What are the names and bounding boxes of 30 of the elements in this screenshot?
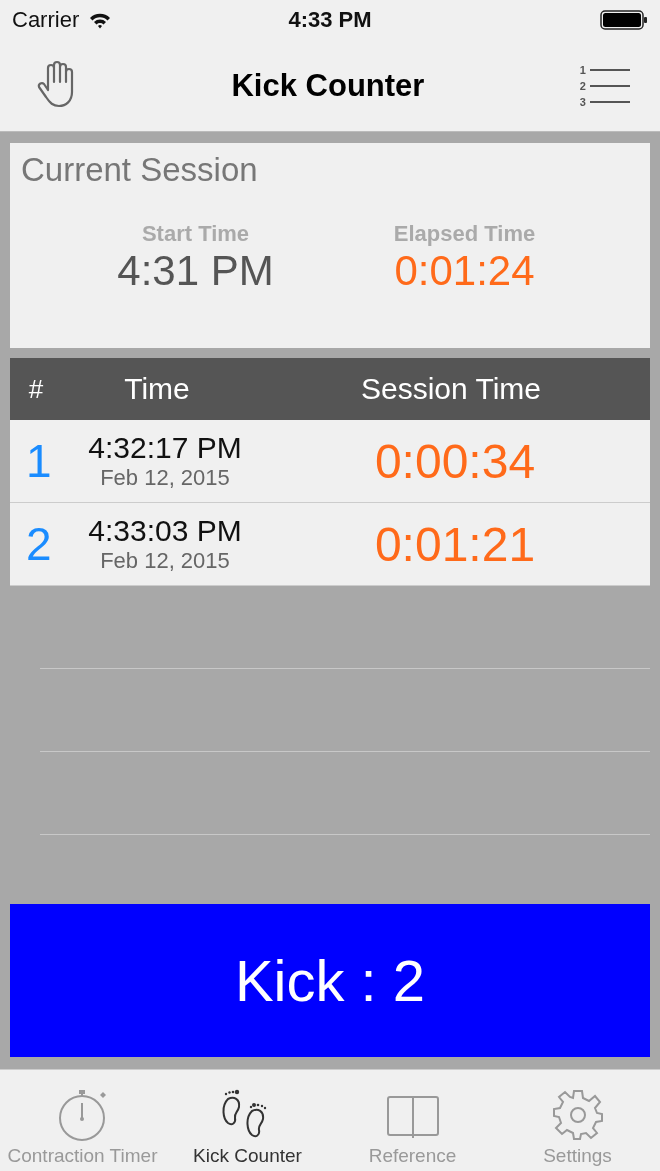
nav-title: Kick Counter	[231, 67, 425, 104]
column-header: Time	[123, 372, 191, 406]
kick-time: 4:32:17 PM	[88, 431, 242, 465]
kick-number: 2	[25, 517, 53, 571]
elapsed-time-label: Elapsed Time	[393, 221, 536, 247]
numbered-list-button[interactable]: 1 2 3	[579, 63, 630, 108]
column-header: #	[27, 373, 45, 405]
kick-date: Feb 12, 2015	[100, 465, 230, 491]
kick-button[interactable]: Kick : 2	[10, 904, 650, 1057]
battery-icon	[600, 10, 648, 30]
elapsed-time-value: 0:01:24	[394, 247, 535, 295]
kick-number: 1	[25, 434, 53, 488]
kick-row[interactable]: 2 4:33:03 PM Feb 12, 2015 0:01:21	[10, 503, 650, 586]
start-time-value: 4:31 PM	[117, 247, 274, 295]
column-header: Session Time	[359, 372, 543, 406]
session-time: 0:00:34	[373, 433, 537, 489]
carrier-name: Carrier	[12, 7, 80, 33]
status-time: 4:33 PM	[288, 7, 372, 33]
session-time: 0:01:21	[373, 516, 537, 572]
wifi-icon	[89, 11, 112, 29]
session-title: Current Session	[21, 151, 259, 189]
kick-row[interactable]: 1 4:32:17 PM Feb 12, 2015 0:00:34	[10, 420, 650, 503]
start-time-label: Start Time	[141, 221, 250, 247]
gear-icon	[551, 1089, 604, 1141]
stopwatch-icon	[57, 1089, 108, 1141]
kick-date: Feb 12, 2015	[100, 548, 230, 574]
hand-icon	[36, 60, 76, 108]
book-icon	[385, 1093, 440, 1141]
kick-time: 4:33:03 PM	[88, 514, 242, 548]
tab[interactable]: Kick Counter	[165, 1070, 330, 1171]
